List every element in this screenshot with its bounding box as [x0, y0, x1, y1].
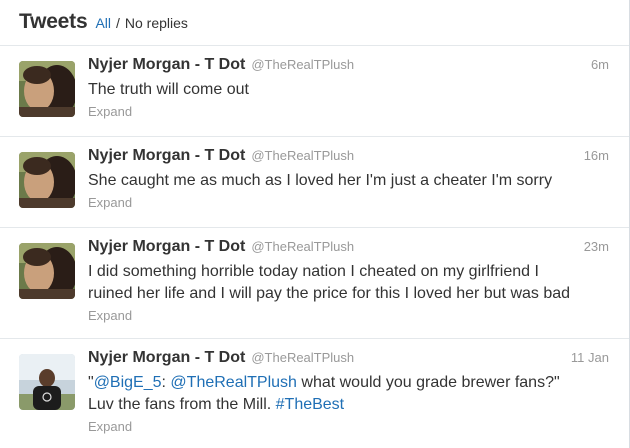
expand-link[interactable]: Expand: [88, 195, 609, 210]
tweet-text: I did something horrible today nation I …: [88, 261, 609, 305]
mention-link[interactable]: @BigE_5: [94, 374, 162, 391]
tweet-timestamp[interactable]: 16m: [584, 148, 609, 163]
tweet-text-line: I did something horrible today nation I …: [88, 263, 539, 280]
tweet-author-handle[interactable]: @TheRealTPlush: [251, 350, 354, 365]
tweet-text-line: "@BigE_5: @TheRealTPlush what would you …: [88, 372, 609, 394]
tweet-timestamp[interactable]: 11 Jan: [571, 350, 609, 365]
tweet-text: She caught me as much as I loved her I'm…: [88, 170, 609, 192]
tweets-header: Tweets All / No replies: [0, 0, 629, 46]
tweet-timestamp[interactable]: 6m: [591, 57, 609, 72]
filter-all-link[interactable]: All: [95, 15, 111, 31]
tweet-item[interactable]: Nyjer Morgan - T Dot @TheRealTPlush 6m T…: [0, 46, 629, 137]
tweet-header-row: Nyjer Morgan - T Dot @TheRealTPlush 23m: [88, 238, 609, 260]
tweet-timestamp[interactable]: 23m: [584, 239, 609, 254]
mention-link[interactable]: @TheRealTPlush: [170, 374, 297, 391]
tweet-text: "@BigE_5: @TheRealTPlush what would you …: [88, 372, 609, 416]
avatar[interactable]: [19, 61, 75, 117]
tweet-item[interactable]: Nyjer Morgan - T Dot @TheRealTPlush 11 J…: [0, 339, 629, 448]
avatar-photo-icon: [19, 61, 75, 117]
avatar-photo-icon: [19, 354, 75, 410]
tweet-header-row: Nyjer Morgan - T Dot @TheRealTPlush 6m: [88, 56, 609, 78]
tweet-text-line: Luv the fans from the Mill. #TheBest: [88, 394, 609, 416]
tweet-text-segment: Luv the fans from the Mill.: [88, 396, 276, 413]
tweet-item[interactable]: Nyjer Morgan - T Dot @TheRealTPlush 16m …: [0, 137, 629, 228]
tweet-author-handle[interactable]: @TheRealTPlush: [251, 239, 354, 254]
hashtag-link[interactable]: #TheBest: [276, 396, 344, 413]
filter-no-replies[interactable]: No replies: [125, 15, 188, 31]
expand-link[interactable]: Expand: [88, 104, 609, 119]
tweet-header-row: Nyjer Morgan - T Dot @TheRealTPlush 11 J…: [88, 349, 609, 371]
avatar[interactable]: [19, 354, 75, 410]
expand-link[interactable]: Expand: [88, 308, 609, 323]
expand-link[interactable]: Expand: [88, 419, 609, 434]
filter-separator: /: [116, 15, 120, 31]
tweet-text: The truth will come out: [88, 79, 609, 101]
tweet-text-line: The truth will come out: [88, 81, 249, 98]
tweet-author-name[interactable]: Nyjer Morgan - T Dot: [88, 56, 245, 74]
tweet-author-name[interactable]: Nyjer Morgan - T Dot: [88, 147, 245, 165]
avatar[interactable]: [19, 243, 75, 299]
avatar-photo-icon: [19, 152, 75, 208]
tweets-panel: Tweets All / No replies Nyjer Morgan - T…: [0, 0, 630, 448]
tweet-author-name[interactable]: Nyjer Morgan - T Dot: [88, 238, 245, 256]
tweet-header-row: Nyjer Morgan - T Dot @TheRealTPlush 16m: [88, 147, 609, 169]
tweets-title: Tweets: [19, 10, 88, 33]
tweet-author-handle[interactable]: @TheRealTPlush: [251, 148, 354, 163]
tweet-text-line: She caught me as much as I loved her I'm…: [88, 172, 553, 189]
avatar[interactable]: [19, 152, 75, 208]
tweet-item[interactable]: Nyjer Morgan - T Dot @TheRealTPlush 23m …: [0, 228, 629, 339]
tweet-text-segment: what would you grade brewer fans?": [296, 374, 560, 391]
avatar-photo-icon: [19, 243, 75, 299]
tweet-author-name[interactable]: Nyjer Morgan - T Dot: [88, 349, 245, 367]
tweet-text-line: ruined her life and I will pay the price…: [88, 285, 571, 302]
tweet-author-handle[interactable]: @TheRealTPlush: [251, 57, 354, 72]
